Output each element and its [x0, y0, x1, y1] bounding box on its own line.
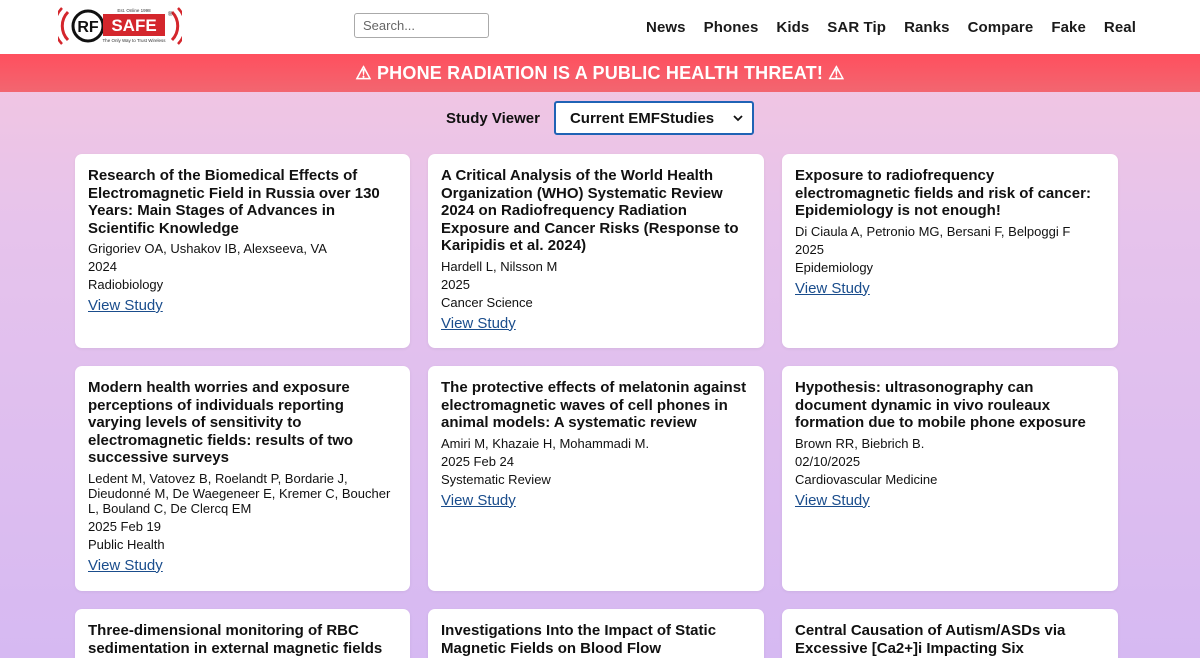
view-study-link[interactable]: View Study — [795, 280, 870, 297]
study-date: 2025 — [441, 276, 470, 292]
study-title: Hypothesis: ultrasonography can document… — [795, 379, 1086, 431]
study-title: Investigations Into the Impact of Static… — [441, 622, 717, 657]
study-date: 02/10/2025 — [795, 453, 861, 469]
study-date: 2024 — [88, 259, 117, 274]
nav-kids[interactable]: Kids — [776, 19, 809, 36]
study-authors: Brown RR, Biebrich B. — [795, 435, 925, 451]
nav-fake[interactable]: Fake — [1051, 19, 1086, 36]
study-card: Modern health worries and exposure perce… — [75, 366, 410, 591]
study-journal: Cardiovascular Medicine — [795, 471, 938, 487]
study-title: Modern health worries and exposure perce… — [88, 379, 354, 466]
study-journal: Radiobiology — [88, 277, 164, 292]
study-viewer-select[interactable]: Current EMFStudies — [553, 101, 754, 135]
view-study-link[interactable]: View Study — [441, 492, 516, 509]
warning-banner-text: ⚠ PHONE RADIATION IS A PUBLIC HEALTH THR… — [355, 62, 845, 83]
study-authors: Hardell L, Nilsson M — [441, 258, 558, 274]
nav-real[interactable]: Real — [1104, 19, 1136, 36]
view-study-link[interactable]: View Study — [795, 492, 870, 509]
study-card: Central Causation of Autism/ASDs via Exc… — [782, 609, 1118, 658]
study-card: Hypothesis: ultrasonography can document… — [782, 366, 1118, 591]
search-input[interactable] — [354, 13, 489, 38]
study-card: Exposure to radiofrequency electromagnet… — [782, 154, 1118, 348]
study-card: Research of the Biomedical Effects of El… — [75, 154, 410, 348]
study-journal: Public Health — [88, 536, 165, 552]
main-nav: News Phones Kids SAR Tip Ranks Compare F… — [628, 0, 1136, 54]
study-date: 2025 Feb 24 — [441, 453, 515, 469]
view-study-link[interactable]: View Study — [88, 297, 163, 314]
svg-text:The Only Way to Trust Wireless: The Only Way to Trust Wireless — [102, 38, 166, 43]
study-title: The protective effects of melatonin agai… — [441, 379, 747, 431]
rfsafe-logo[interactable]: RF SAFE Est. Online 1998 The Only Way to… — [53, 4, 187, 48]
nav-sar-tip[interactable]: SAR Tip — [827, 19, 886, 36]
svg-text:RF: RF — [77, 19, 99, 36]
nav-news[interactable]: News — [646, 19, 686, 36]
study-viewer-label: Study Viewer — [446, 109, 540, 127]
study-date: 2025 Feb 19 — [88, 518, 162, 534]
study-grid: Research of the Biomedical Effects of El… — [75, 154, 1118, 658]
study-card: Three-dimensional monitoring of RBC sedi… — [75, 609, 410, 658]
nav-phones[interactable]: Phones — [704, 19, 759, 36]
study-card: The protective effects of melatonin agai… — [428, 366, 764, 591]
study-title: Central Causation of Autism/ASDs via Exc… — [795, 622, 1066, 657]
study-authors: Amiri M, Khazaie H, Mohammadi M. — [441, 435, 650, 451]
study-title: Research of the Biomedical Effects of El… — [88, 167, 380, 237]
svg-text:®: ® — [168, 11, 173, 18]
study-viewer-selected: Current EMFStudies — [569, 109, 715, 127]
study-card: Investigations Into the Impact of Static… — [428, 609, 764, 658]
warning-banner: ⚠ PHONE RADIATION IS A PUBLIC HEALTH THR… — [0, 54, 1200, 92]
study-title: A Critical Analysis of the World Health … — [441, 167, 739, 254]
view-study-link[interactable]: View Study — [441, 315, 516, 332]
svg-text:SAFE: SAFE — [111, 16, 156, 35]
study-viewer: Study Viewer Current EMFStudies — [0, 101, 1200, 135]
study-title: Exposure to radiofrequency electromagnet… — [795, 167, 1091, 219]
study-journal: Systematic Review — [441, 471, 551, 487]
study-authors: Ledent M, Vatovez B, Roelandt P, Bordari… — [88, 470, 391, 516]
view-study-link[interactable]: View Study — [88, 557, 163, 574]
study-date: 2025 — [795, 241, 824, 257]
nav-compare[interactable]: Compare — [968, 19, 1034, 36]
chevron-down-icon — [733, 115, 743, 122]
site-header: RF SAFE Est. Online 1998 The Only Way to… — [0, 0, 1200, 54]
study-title: Three-dimensional monitoring of RBC sedi… — [88, 622, 383, 657]
study-authors: Di Ciaula A, Petronio MG, Bersani F, Bel… — [795, 223, 1071, 239]
study-journal: Cancer Science — [441, 294, 533, 310]
study-card: A Critical Analysis of the World Health … — [428, 154, 764, 348]
study-journal: Epidemiology — [795, 259, 874, 275]
svg-text:Est. Online 1998: Est. Online 1998 — [117, 8, 151, 13]
nav-ranks[interactable]: Ranks — [904, 19, 950, 36]
study-authors: Grigoriev OA, Ushakov IB, Alexseeva, VA — [88, 241, 327, 256]
